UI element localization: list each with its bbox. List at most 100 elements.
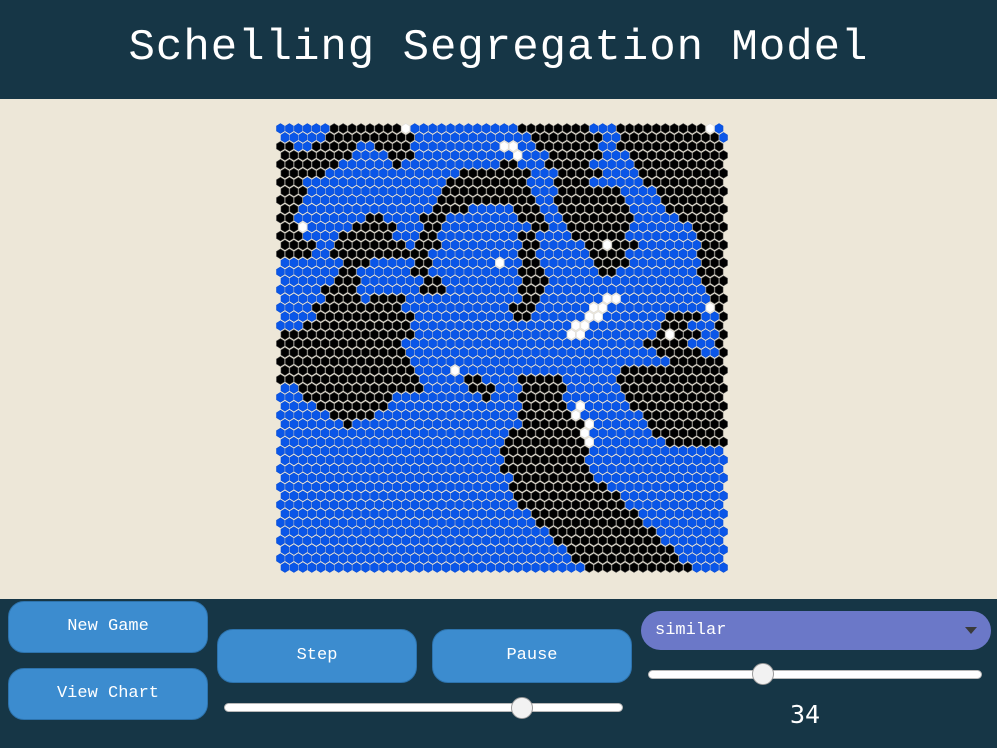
grid-cell xyxy=(441,275,451,287)
grid-cell xyxy=(298,150,308,161)
grid-cell xyxy=(701,490,710,502)
grid-cell xyxy=(401,427,411,439)
grid-cell xyxy=(665,365,675,376)
grid-cell xyxy=(535,302,545,313)
grid-cell xyxy=(585,562,594,573)
grid-cell xyxy=(294,123,303,134)
grid-cell xyxy=(611,132,621,143)
grid-cell xyxy=(580,159,590,170)
grid-cell xyxy=(477,329,487,340)
grid-cell xyxy=(571,409,581,421)
grid-cell xyxy=(450,526,460,537)
step-button[interactable]: Step xyxy=(217,629,417,683)
grid-cell xyxy=(477,239,487,251)
grid-cell xyxy=(428,409,437,421)
grid-cell xyxy=(428,553,437,564)
grid-cell xyxy=(298,454,308,466)
pause-button[interactable]: Pause xyxy=(432,629,632,683)
grid-cell xyxy=(567,418,576,430)
grid-cell xyxy=(392,248,402,260)
view-chart-button[interactable]: View Chart xyxy=(8,668,208,720)
grid-cell xyxy=(365,302,375,313)
grid-cell xyxy=(567,347,576,358)
grid-cell xyxy=(687,409,697,421)
grid-cell xyxy=(670,499,679,511)
grid-cell xyxy=(468,454,478,466)
grid-cell xyxy=(482,284,491,296)
new-game-button[interactable]: New Game xyxy=(8,601,208,653)
grid-cell xyxy=(392,445,402,457)
grid-cell xyxy=(696,230,706,242)
grid-cell xyxy=(320,159,330,170)
grid-cell xyxy=(388,221,397,233)
grid-cell xyxy=(661,230,670,242)
grid-cell xyxy=(397,454,406,466)
grid-cell xyxy=(392,499,402,511)
grid-cell xyxy=(522,311,531,322)
grid-cell xyxy=(585,400,594,412)
preference-select[interactable]: similar xyxy=(641,611,991,650)
grid-cell xyxy=(455,481,464,493)
grid-cell xyxy=(687,266,697,278)
similarity-slider-thumb[interactable] xyxy=(752,663,774,685)
grid-cell xyxy=(468,132,478,143)
grid-cell xyxy=(674,311,684,322)
grid-cell xyxy=(526,481,536,493)
grid-cell xyxy=(643,176,652,188)
grid-cell xyxy=(580,463,590,475)
grid-cell xyxy=(665,203,675,215)
grid-cell xyxy=(620,436,630,448)
grid-cell xyxy=(652,481,661,493)
speed-slider-thumb[interactable] xyxy=(511,697,533,719)
grid-cell xyxy=(347,302,357,313)
grid-cell xyxy=(495,436,505,448)
grid-cell xyxy=(634,338,643,349)
grid-cell xyxy=(589,141,599,152)
grid-cell xyxy=(334,257,343,269)
grid-cell xyxy=(316,400,326,412)
grid-cell xyxy=(571,356,581,367)
grid-cell xyxy=(365,159,375,170)
grid-cell xyxy=(307,329,317,340)
grid-cell xyxy=(616,445,625,457)
grid-cell xyxy=(482,517,491,528)
grid-cell xyxy=(294,481,303,493)
grid-cell xyxy=(567,526,576,537)
grid-cell xyxy=(580,248,590,260)
grid-cell xyxy=(406,544,415,555)
grid-cell xyxy=(674,454,684,466)
grid-cell xyxy=(379,150,388,161)
grid-cell xyxy=(553,463,563,475)
grid-cell xyxy=(329,284,339,296)
grid-cell xyxy=(473,499,482,511)
grid-cell xyxy=(464,356,473,367)
similarity-slider-track[interactable] xyxy=(648,670,982,679)
grid-cell xyxy=(464,445,473,457)
grid-cell xyxy=(325,454,334,466)
speed-slider-track[interactable] xyxy=(224,703,623,712)
grid-cell xyxy=(714,212,724,224)
grid-cell xyxy=(549,168,558,179)
grid-cell xyxy=(705,266,715,278)
grid-cell xyxy=(589,266,599,278)
grid-cell xyxy=(464,141,473,152)
grid-cell xyxy=(535,535,545,546)
grid-cell xyxy=(459,293,469,304)
grid-cell xyxy=(316,418,326,430)
grid-cell xyxy=(370,365,379,376)
grid-cell xyxy=(678,553,688,564)
grid-cell xyxy=(714,248,724,260)
grid-cell xyxy=(607,374,616,385)
grid-cell xyxy=(406,418,415,430)
grid-cell xyxy=(580,445,590,457)
grid-cell xyxy=(334,221,343,233)
grid-cell xyxy=(410,499,419,511)
grid-cell xyxy=(580,284,590,296)
grid-cell xyxy=(629,544,639,555)
grid-cell xyxy=(289,311,299,322)
grid-cell xyxy=(477,436,487,448)
grid-cell xyxy=(602,347,612,358)
grid-cell xyxy=(562,553,572,564)
grid-cell xyxy=(714,194,724,206)
grid-cell xyxy=(392,356,402,367)
